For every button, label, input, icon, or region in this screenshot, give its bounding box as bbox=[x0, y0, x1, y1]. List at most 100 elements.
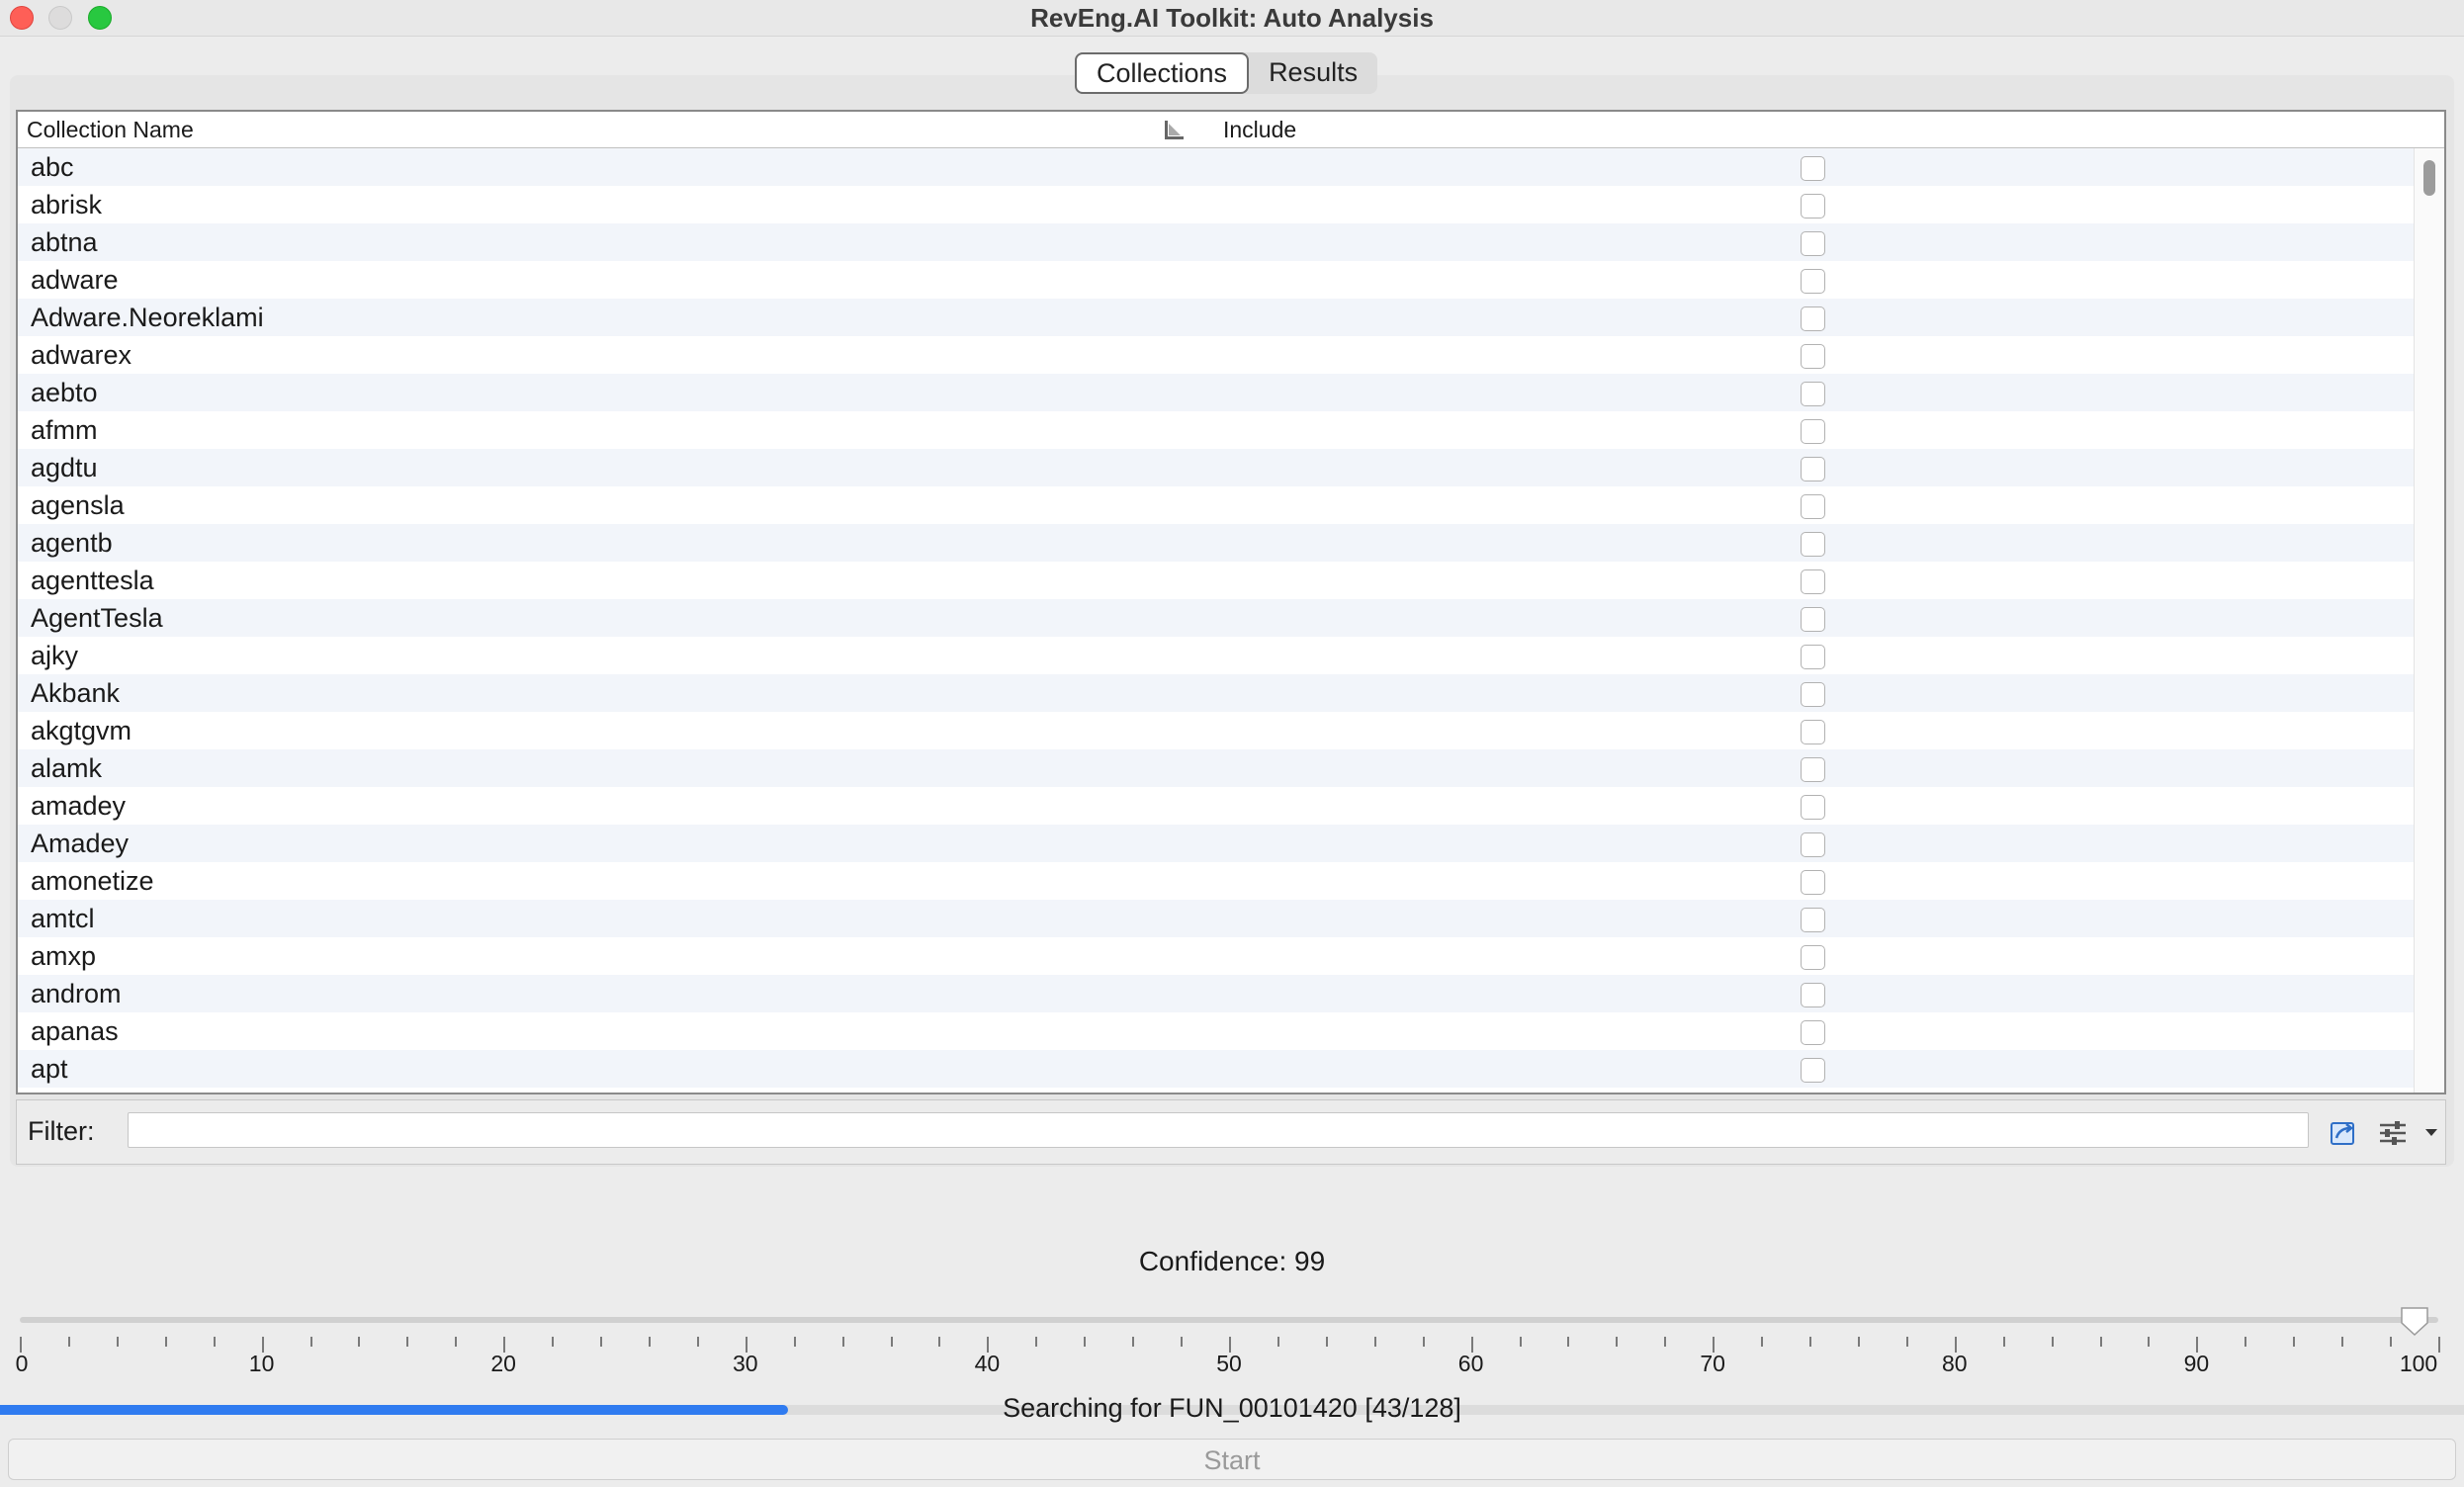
table-row[interactable]: adwarex bbox=[18, 336, 2415, 374]
slider-tick bbox=[2148, 1337, 2151, 1347]
include-checkbox[interactable] bbox=[1801, 306, 1825, 331]
slider-thumb[interactable] bbox=[2398, 1305, 2431, 1339]
collection-name-cell: adwarex bbox=[31, 340, 132, 370]
collections-table: Collection Name Include abc abrisk abtna ad… bbox=[16, 110, 2446, 1094]
include-checkbox[interactable] bbox=[1801, 1058, 1825, 1083]
include-checkbox[interactable] bbox=[1801, 983, 1825, 1007]
include-checkbox[interactable] bbox=[1801, 569, 1825, 594]
include-checkbox[interactable] bbox=[1801, 532, 1825, 557]
include-checkbox[interactable] bbox=[1801, 156, 1825, 181]
table-row[interactable]: adware bbox=[18, 261, 2415, 299]
export-filter-icon[interactable] bbox=[2327, 1116, 2360, 1150]
include-checkbox[interactable] bbox=[1801, 382, 1825, 406]
slider-tick-label: 100 bbox=[2399, 1351, 2438, 1376]
table-row[interactable]: agdtu bbox=[18, 449, 2415, 486]
include-checkbox[interactable] bbox=[1801, 269, 1825, 294]
slider-tick bbox=[2438, 1337, 2440, 1353]
include-checkbox[interactable] bbox=[1801, 720, 1825, 744]
slider-tick-label: 70 bbox=[1700, 1351, 1725, 1376]
table-row[interactable]: amonetize bbox=[18, 862, 2415, 900]
slider-tick bbox=[1181, 1337, 1184, 1347]
slider-tick bbox=[1761, 1337, 1764, 1347]
include-checkbox[interactable] bbox=[1801, 645, 1825, 669]
include-checkbox[interactable] bbox=[1801, 832, 1825, 857]
collection-name-cell: agentb bbox=[31, 528, 113, 558]
include-checkbox[interactable] bbox=[1801, 870, 1825, 895]
collection-name-cell: Akbank bbox=[31, 678, 121, 708]
vertical-scrollbar[interactable] bbox=[2414, 148, 2444, 1093]
slider-tick bbox=[552, 1337, 555, 1347]
filter-bar: Filter: bbox=[16, 1099, 2446, 1165]
table-row[interactable]: agenttesla bbox=[18, 562, 2415, 599]
table-row[interactable]: abc bbox=[18, 148, 2415, 186]
title-bar: RevEng.AI Toolkit: Auto Analysis bbox=[0, 0, 2464, 37]
filter-label: Filter: bbox=[28, 1116, 95, 1146]
slider-tick bbox=[358, 1337, 361, 1347]
confidence-slider[interactable]: 0 10 20 30 40 50 60 70 80 90 100 bbox=[16, 1305, 2442, 1384]
table-row[interactable]: amadey bbox=[18, 787, 2415, 825]
table-row[interactable]: afmm bbox=[18, 411, 2415, 449]
table-row[interactable]: Amadey bbox=[18, 825, 2415, 862]
table-row[interactable]: ajky bbox=[18, 637, 2415, 674]
table-row[interactable]: Adware.Neoreklami bbox=[18, 299, 2415, 336]
slider-tick bbox=[1567, 1337, 1570, 1347]
slider-tick bbox=[2002, 1337, 2005, 1347]
collection-name-cell: AgentTesla bbox=[31, 603, 163, 633]
include-checkbox[interactable] bbox=[1801, 607, 1825, 632]
scrollbar-thumb[interactable] bbox=[2423, 160, 2435, 196]
table-row[interactable]: apanas bbox=[18, 1012, 2415, 1050]
slider-tick bbox=[1809, 1337, 1812, 1347]
table-row[interactable]: apt bbox=[18, 1050, 2415, 1088]
table-row[interactable]: abtna bbox=[18, 223, 2415, 261]
tab-collections[interactable]: Collections bbox=[1075, 52, 1250, 94]
table-row[interactable]: agensla bbox=[18, 486, 2415, 524]
table-row[interactable]: amtcl bbox=[18, 900, 2415, 937]
include-checkbox[interactable] bbox=[1801, 194, 1825, 219]
include-checkbox[interactable] bbox=[1801, 419, 1825, 444]
slider-tick bbox=[2244, 1337, 2247, 1347]
table-row[interactable]: androm bbox=[18, 975, 2415, 1012]
collection-name-cell: alamk bbox=[31, 753, 103, 783]
column-header-include[interactable]: Include bbox=[1223, 112, 1296, 147]
include-checkbox[interactable] bbox=[1801, 795, 1825, 820]
tab-results[interactable]: Results bbox=[1249, 52, 1377, 94]
include-checkbox[interactable] bbox=[1801, 344, 1825, 369]
table-row[interactable]: amxp bbox=[18, 937, 2415, 975]
include-checkbox[interactable] bbox=[1801, 682, 1825, 707]
table-row[interactable]: aebto bbox=[18, 374, 2415, 411]
chevron-down-icon[interactable] bbox=[2421, 1122, 2441, 1142]
collection-name-cell: amtcl bbox=[31, 904, 95, 933]
include-checkbox[interactable] bbox=[1801, 945, 1825, 970]
slider-track[interactable] bbox=[20, 1317, 2438, 1323]
slider-tick bbox=[793, 1337, 796, 1347]
slider-tick bbox=[1422, 1337, 1425, 1347]
table-row[interactable]: abrisk bbox=[18, 186, 2415, 223]
table-row[interactable]: agentb bbox=[18, 524, 2415, 562]
slider-tick bbox=[1035, 1337, 1038, 1347]
table-row[interactable]: Akbank bbox=[18, 674, 2415, 712]
slider-tick bbox=[1616, 1337, 1619, 1347]
include-checkbox[interactable] bbox=[1801, 494, 1825, 519]
table-row[interactable]: alamk bbox=[18, 749, 2415, 787]
filter-options-icon[interactable] bbox=[2376, 1116, 2410, 1150]
table-row[interactable] bbox=[18, 1088, 2415, 1093]
slider-tick bbox=[67, 1337, 70, 1347]
start-button[interactable]: Start bbox=[8, 1439, 2456, 1480]
include-checkbox[interactable] bbox=[1801, 908, 1825, 932]
column-header-collection-name[interactable]: Collection Name bbox=[27, 112, 194, 147]
include-checkbox[interactable] bbox=[1801, 231, 1825, 256]
filter-input[interactable] bbox=[128, 1112, 2309, 1148]
slider-tick-label: 90 bbox=[2183, 1351, 2210, 1376]
collection-name-cell: amonetize bbox=[31, 866, 154, 896]
confidence-label: Confidence: 99 bbox=[1138, 1246, 1326, 1276]
table-row[interactable]: akgtgvm bbox=[18, 712, 2415, 749]
include-checkbox[interactable] bbox=[1801, 1020, 1825, 1045]
include-checkbox[interactable] bbox=[1801, 457, 1825, 481]
table-row[interactable]: AgentTesla bbox=[18, 599, 2415, 637]
collection-name-cell: abrisk bbox=[31, 190, 103, 219]
slider-tick bbox=[696, 1337, 699, 1347]
column-sort-icon[interactable] bbox=[1162, 119, 1186, 142]
include-checkbox[interactable] bbox=[1801, 757, 1825, 782]
slider-tick bbox=[2099, 1337, 2102, 1347]
progress-status: Searching for FUN_00101420 [43/128] bbox=[1003, 1393, 1461, 1423]
